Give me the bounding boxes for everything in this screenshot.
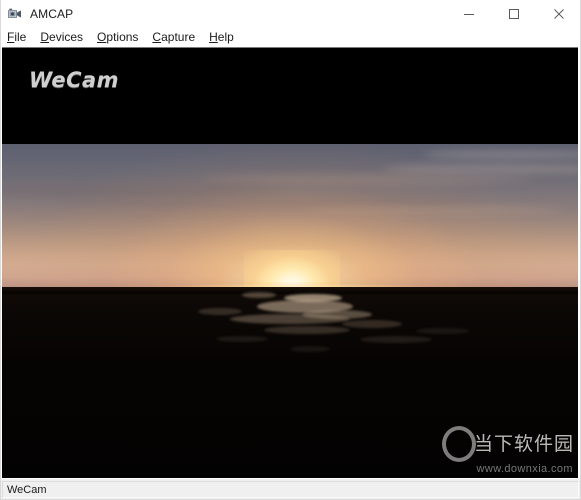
menu-accel-options: O bbox=[97, 30, 107, 44]
land-silhouette bbox=[2, 287, 578, 478]
menu-label-options: ptions bbox=[106, 30, 139, 44]
title-bar-drag-region[interactable]: AMCAP bbox=[0, 6, 446, 22]
amcap-window: AMCAP File Devices Options Capture Help … bbox=[0, 0, 581, 500]
camera-feed-image bbox=[2, 144, 578, 478]
minimize-button[interactable] bbox=[446, 0, 491, 28]
menu-item-devices[interactable]: Devices bbox=[40, 28, 90, 47]
close-button[interactable] bbox=[536, 0, 581, 28]
title-bar: AMCAP bbox=[0, 0, 581, 28]
menu-accel-help: H bbox=[209, 30, 218, 44]
window-title: AMCAP bbox=[30, 7, 74, 21]
menu-item-options[interactable]: Options bbox=[97, 28, 145, 47]
sky-gradient bbox=[2, 144, 578, 289]
status-pane: WeCam bbox=[2, 481, 579, 498]
logo-band: WeCam bbox=[2, 48, 578, 144]
camera-icon bbox=[7, 6, 23, 22]
menu-label-file: ile bbox=[14, 30, 27, 44]
menu-accel-devices: D bbox=[40, 30, 50, 44]
video-preview-area[interactable]: WeCam 当下软件园 www.downxia.com bbox=[2, 47, 578, 478]
menu-bar: File Devices Options Capture Help bbox=[0, 28, 581, 47]
menu-accel-capture: C bbox=[152, 30, 162, 44]
menu-label-help: elp bbox=[217, 30, 234, 44]
maximize-button[interactable] bbox=[491, 0, 536, 28]
menu-label-capture: apture bbox=[161, 30, 196, 44]
tree-ridge bbox=[2, 287, 578, 294]
menu-label-devices: evices bbox=[49, 30, 84, 44]
menu-item-capture[interactable]: Capture bbox=[152, 28, 202, 47]
menu-item-help[interactable]: Help bbox=[209, 28, 241, 47]
status-bar: WeCam bbox=[0, 478, 581, 500]
menu-item-file[interactable]: File bbox=[7, 28, 33, 47]
status-text: WeCam bbox=[7, 483, 47, 496]
wecam-logo: WeCam bbox=[29, 68, 120, 92]
